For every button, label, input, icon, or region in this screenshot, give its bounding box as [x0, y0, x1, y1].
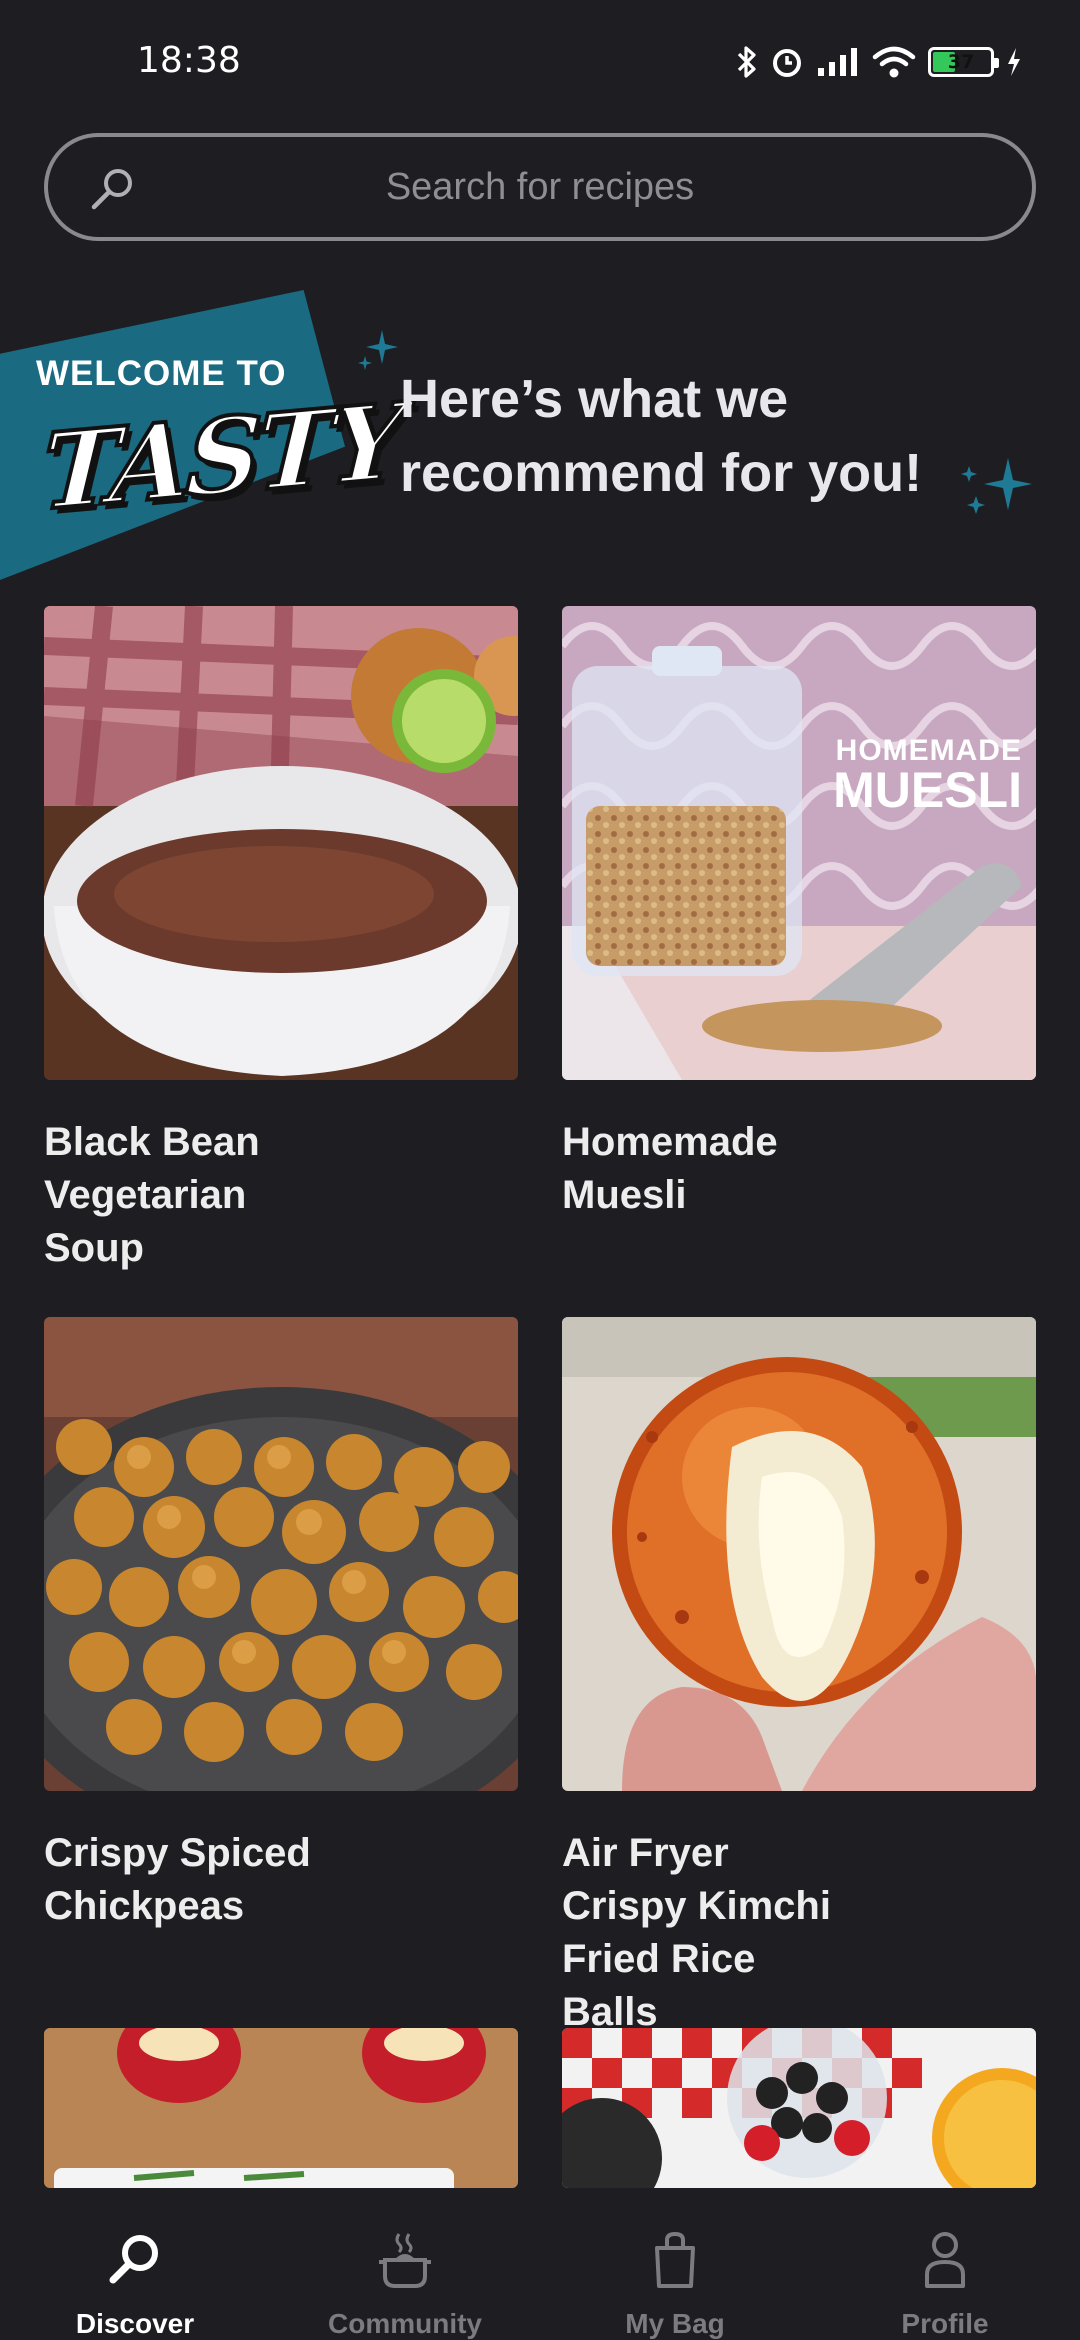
- recommend-heading: Here’s what we recommend for you!: [400, 369, 923, 503]
- search-placeholder: Search for recipes: [385, 165, 695, 208]
- pot-icon: [377, 2230, 433, 2290]
- recipe-title[interactable]: Homemade Muesli: [562, 1116, 862, 1222]
- status-time: 18:38: [137, 40, 241, 81]
- sparkle-icon: [960, 456, 1034, 531]
- recipe-image[interactable]: [44, 1317, 518, 1791]
- recipe-title[interactable]: Air Fryer Crispy Kimchi Fried Rice Balls: [562, 1827, 862, 2039]
- recipe-card[interactable]: Air Fryer Crispy Kimchi Fried Rice Balls: [562, 1317, 1036, 2039]
- bluetooth-icon: [736, 45, 758, 79]
- charging-icon: [1006, 47, 1022, 77]
- search-icon: [106, 2230, 164, 2290]
- nav-item-community[interactable]: Community: [270, 2188, 540, 2340]
- bag-icon: [651, 2230, 699, 2290]
- recipe-card[interactable]: [44, 2028, 518, 2188]
- welcome-to-text: WELCOME TO: [36, 354, 287, 393]
- signal-icon: [816, 46, 860, 78]
- nav-item-my-bag[interactable]: My Bag: [540, 2188, 810, 2340]
- nav-label: Profile: [901, 2308, 989, 2339]
- recipe-card[interactable]: Black Bean Vegetarian Soup: [44, 606, 518, 1275]
- profile-icon: [921, 2230, 969, 2290]
- recipe-image[interactable]: HOMEMADE MUESLI: [562, 606, 1036, 1080]
- recipe-image[interactable]: [44, 606, 518, 1080]
- recipe-card[interactable]: [562, 2028, 1036, 2188]
- sparkle-icon: [356, 328, 402, 379]
- recipe-image[interactable]: [562, 2028, 1036, 2188]
- wifi-icon: [872, 45, 916, 79]
- nav-item-profile[interactable]: Profile: [810, 2188, 1080, 2340]
- nav-label: My Bag: [625, 2308, 725, 2339]
- recipe-image[interactable]: [44, 2028, 518, 2188]
- recipe-card[interactable]: Crispy Spiced Chickpeas: [44, 1317, 518, 1933]
- search-icon: [88, 164, 138, 219]
- recipe-title[interactable]: Crispy Spiced Chickpeas: [44, 1827, 344, 1933]
- status-icons: 37: [736, 42, 1022, 82]
- nav-label: Community: [328, 2308, 482, 2339]
- alarm-icon: [770, 45, 804, 79]
- status-bar: 18:38 37: [0, 0, 1080, 125]
- recipe-card[interactable]: HOMEMADE MUESLI Homemade Muesli: [562, 606, 1036, 1222]
- nav-item-discover[interactable]: Discover: [0, 2188, 270, 2340]
- search-input[interactable]: Search for recipes: [44, 133, 1036, 241]
- nav-label: Discover: [75, 2308, 195, 2339]
- bottom-nav: Discover Community My Bag Profile: [0, 2188, 1080, 2340]
- image-overlay-text: HOMEMADE MUESLI: [833, 734, 1022, 818]
- battery-level: 37: [947, 51, 975, 73]
- recipe-title[interactable]: Black Bean Vegetarian Soup: [44, 1116, 344, 1275]
- recipe-image[interactable]: [562, 1317, 1036, 1791]
- battery-icon: 37: [928, 47, 999, 77]
